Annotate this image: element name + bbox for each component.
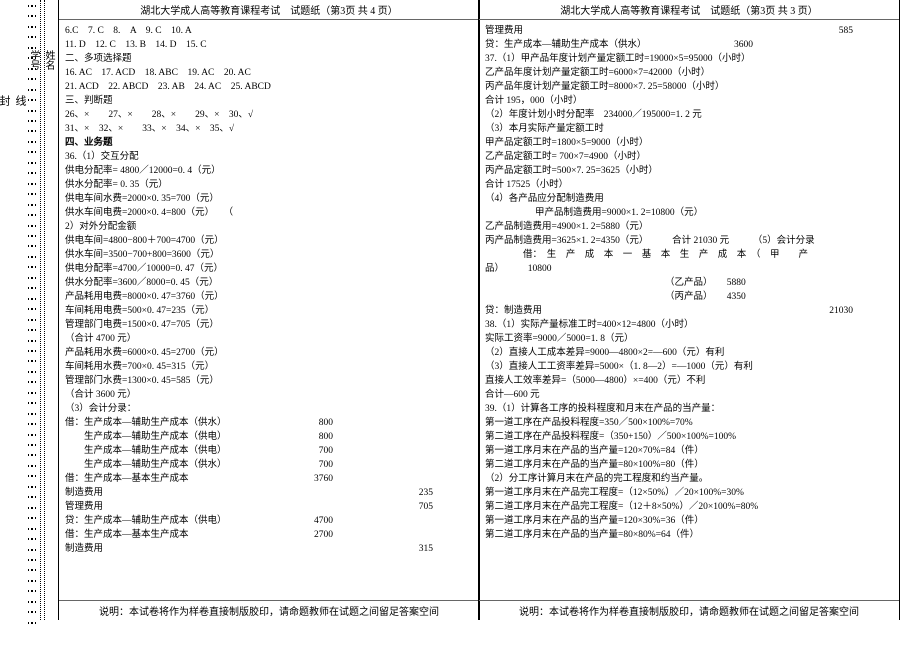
line: 供水分配率= 0. 35（元） <box>65 178 473 192</box>
line: 第二道工序月末在产品的当产量=80×100%=80（件） <box>485 458 893 472</box>
line: 二、多项选择题 <box>65 52 473 66</box>
row: 借：生产成本—基本生产成本3760 <box>65 472 473 486</box>
line: （合计 3600 元） <box>65 388 473 402</box>
line: 36.（1）交互分配 <box>65 150 473 164</box>
row: 生产成本—辅助生产成本（供水）700 <box>65 458 473 472</box>
footer-left: 说明：本试卷将作为样卷直接制版胶印，请命题教师在试题之间留足答案空间 <box>59 600 479 618</box>
line: 丙产品年度计划产量定额工时=8000×7. 25=58000（小时） <box>485 80 893 94</box>
line: 产品耗用电费=8000×0. 47=3760（元） <box>65 290 473 304</box>
line: 第二道工序月末在产品完工程度=（12＋8×50%）／20×100%=80% <box>485 500 893 514</box>
line: 四、业务题 <box>65 136 473 150</box>
line: 供电分配率=4700／10000=0. 47（元） <box>65 262 473 276</box>
line: 产品耗用水费=6000×0. 45=2700（元） <box>65 346 473 360</box>
side-name: 姓名 <box>41 50 56 70</box>
line: 借： 生 产 成 本 一 基 本 生 产 成 本 （ 甲 产 <box>485 248 893 262</box>
line: 供水车间电费=2000×0. 4=800（元） （ <box>65 206 473 220</box>
line: 6.C 7. C 8. A 9. C 10. A <box>65 24 473 38</box>
row: 借：生产成本—基本生产成本2700 <box>65 528 473 542</box>
line: 乙产品制造费用=4900×1. 2=5880（元） <box>485 220 893 234</box>
line: 丙产品定额工时=500×7. 25=3625（小时） <box>485 164 893 178</box>
line: 39.（1）计算各工序的投料程度和月末在产品的当产量： <box>485 402 893 416</box>
row: 管理费用585 <box>485 24 893 38</box>
line: 丙产品制造费用=3625×1. 2=4350（元） 合计 21030 元 （5）… <box>485 234 893 248</box>
row: 管理费用705 <box>65 500 473 514</box>
line: 16. AC 17. ACD 18. ABC 19. AC 20. AC <box>65 66 473 80</box>
line: 合计 17525（小时） <box>485 178 893 192</box>
line: 38.（1）实际产量标准工时=400×12=4800（小时） <box>485 318 893 332</box>
row: 生产成本—辅助生产成本（供电）700 <box>65 444 473 458</box>
line: （丙产品） 4350 <box>485 290 893 304</box>
line: （合计 4700 元） <box>65 332 473 346</box>
line: 车间耗用电费=500×0. 47=235（元） <box>65 304 473 318</box>
row: 贷：生产成本—辅助生产成本（供水）3600 <box>485 38 893 52</box>
side-info: 姓名 学号 <box>44 50 56 170</box>
line: 31、× 32、× 33、× 34、× 35、√ <box>65 122 473 136</box>
header-left: 湖北大学成人高等教育课程考试 试题纸（第3页 共 4 页） <box>59 0 479 20</box>
line: 实际工资率=9000／5000=1. 8（元） <box>485 332 893 346</box>
line: （3）会计分录： <box>65 402 473 416</box>
side-char-2: 封 <box>0 95 12 114</box>
line: 21. ACD 22. ABCD 23. AB 24. AC 25. ABCD <box>65 80 473 94</box>
row: 制造费用315 <box>65 542 473 556</box>
line: 第二道工序在产品投料程度=（350+150）／500×100%=100% <box>485 430 893 444</box>
line: 供电分配率= 4800／12000=0. 4（元） <box>65 164 473 178</box>
line: 37.（1）甲产品年度计划产量定额工时=19000×5=95000（小时） <box>485 52 893 66</box>
line: （4）各产品应分配制造费用 <box>485 192 893 206</box>
line: 乙产品年度计划产量定额工时=6000×7=42000（小时） <box>485 66 893 80</box>
line: 第一道工序在产品投料程度=350／500×100%=70% <box>485 416 893 430</box>
line: 第二道工序月末在产品的当产量=80×80%=64（件） <box>485 528 893 542</box>
line: 车间耗用水费=700×0. 45=315（元） <box>65 360 473 374</box>
line: 乙产品定额工时= 700×7=4900（小时） <box>485 150 893 164</box>
line: 第一道工序月末在产品完工程度=（12×50%）／20×100%=30% <box>485 486 893 500</box>
row: 生产成本—辅助生产成本（供电）800 <box>65 430 473 444</box>
row: 制造费用235 <box>65 486 473 500</box>
row: 贷：生产成本—辅助生产成本（供电）4700 <box>65 514 473 528</box>
line: 供电车间=4800−800＋700=4700（元） <box>65 234 473 248</box>
row: 借：生产成本—辅助生产成本（供水）800 <box>65 416 473 430</box>
footer-right: 说明：本试卷将作为样卷直接制版胶印，请命题教师在试题之间留足答案空间 <box>479 600 899 618</box>
row: 贷：制造费用21030 <box>485 304 893 318</box>
page-right: 湖北大学成人高等教育课程考试 试题纸（第3页 共 3 页） 管理费用585 贷：… <box>478 0 900 620</box>
header-right: 湖北大学成人高等教育课程考试 试题纸（第3页 共 3 页） <box>479 0 899 20</box>
line: （2）直接人工成本差异=9000—4800×2=—600（元）有利 <box>485 346 893 360</box>
line: 供电车间水费=2000×0. 35=700（元） <box>65 192 473 206</box>
content-left: 6.C 7. C 8. A 9. C 10. A 11. D 12. C 13.… <box>59 20 479 560</box>
line: 11. D 12. C 13. B 14. D 15. C <box>65 38 473 52</box>
line: （2）年度计划小时分配率 234000／195000=1. 2 元 <box>485 108 893 122</box>
line: 甲产品制造费用=9000×1. 2=10800（元） <box>485 206 893 220</box>
line: 管理部门电费=1500×0. 47=705（元） <box>65 318 473 332</box>
line: 供水车间=3500−700+800=3600（元） <box>65 248 473 262</box>
line: （乙产品） 5880 <box>485 276 893 290</box>
side-id: 学号 <box>26 50 41 170</box>
line: 2）对外分配金额 <box>65 220 473 234</box>
line: 供水分配率=3600／8000=0. 45（元） <box>65 276 473 290</box>
page-left: 湖北大学成人高等教育课程考试 试题纸（第3页 共 4 页） 6.C 7. C 8… <box>58 0 480 620</box>
line: 管理部门水费=1300×0. 45=585（元） <box>65 374 473 388</box>
line: （2）分工序计算月末在产品的完工程度和约当产量。 <box>485 472 893 486</box>
line: 甲产品定额工时=1800×5=9000（小时） <box>485 136 893 150</box>
line: 品） 10800 <box>485 262 893 276</box>
line: 合计 195，000（小时） <box>485 94 893 108</box>
line: 直接人工效率差异=（5000—4800）×=400（元）不利 <box>485 374 893 388</box>
line: 合计—600 元 <box>485 388 893 402</box>
line: 第一道工序月末在产品的当产量=120×30%=36（件） <box>485 514 893 528</box>
line: 三、判断题 <box>65 94 473 108</box>
content-right: 管理费用585 贷：生产成本—辅助生产成本（供水）3600 37.（1）甲产品年… <box>479 20 899 546</box>
side-labels: 线 封 密 <box>0 80 28 129</box>
line: （3）直接人工工资率差异=5000×（1. 8—2）=—1000（元）有利 <box>485 360 893 374</box>
line: 26、× 27、× 28、× 29、× 30、√ <box>65 108 473 122</box>
line: （3）本月实际产量定额工时 <box>485 122 893 136</box>
line: 第一道工序月末在产品的当产量=120×70%=84（件） <box>485 444 893 458</box>
